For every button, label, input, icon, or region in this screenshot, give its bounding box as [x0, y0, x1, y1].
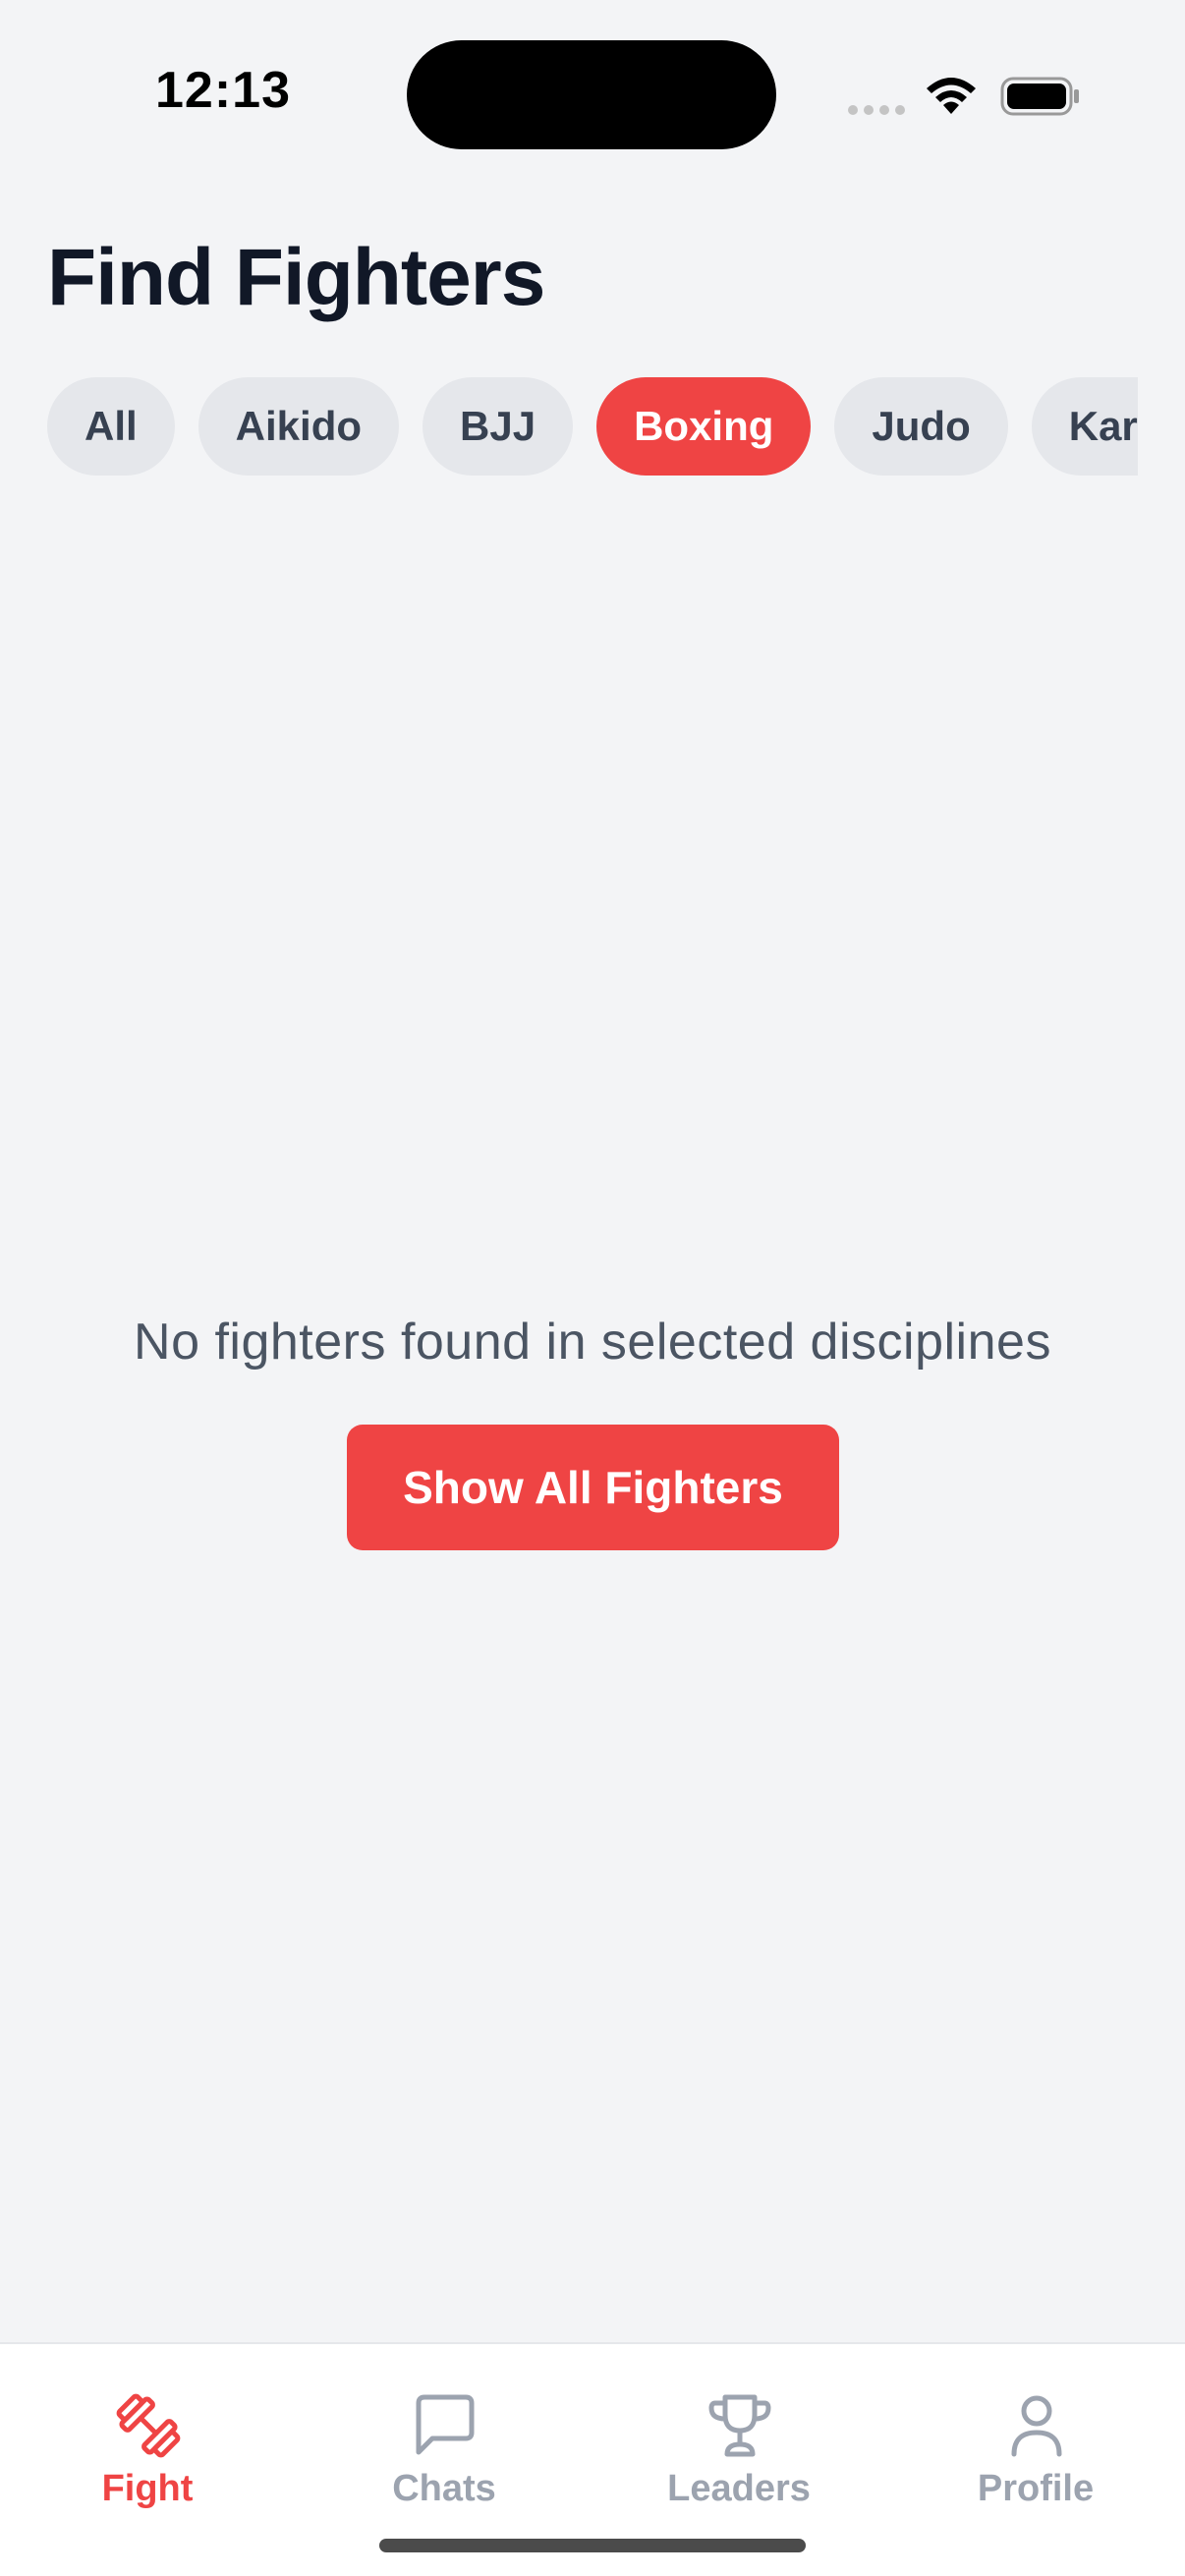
dynamic-island	[407, 40, 776, 149]
filter-chip-aikido[interactable]: Aikido	[198, 377, 400, 476]
tab-fight-label: Fight	[101, 2468, 194, 2509]
tab-leaders[interactable]: Leaders	[592, 2344, 886, 2541]
status-time: 12:13	[155, 62, 291, 119]
tab-profile[interactable]: Profile	[888, 2344, 1183, 2541]
wifi-icon	[927, 78, 976, 114]
home-indicator	[379, 2539, 806, 2552]
status-bar: 12:13	[0, 0, 1185, 187]
page-title: Find Fighters	[47, 233, 545, 322]
dumbbell-icon	[116, 2393, 181, 2458]
tab-profile-label: Profile	[977, 2468, 1095, 2509]
tab-chats-label: Chats	[392, 2468, 496, 2509]
show-all-fighters-button[interactable]: Show All Fighters	[347, 1425, 839, 1550]
tab-chats[interactable]: Chats	[297, 2344, 592, 2541]
user-icon	[1011, 2395, 1062, 2457]
tab-leaders-label: Leaders	[667, 2468, 811, 2509]
filter-chip-karate[interactable]: Karate	[1031, 377, 1138, 476]
filter-chip-bjj[interactable]: BJJ	[423, 377, 574, 476]
tab-fight[interactable]: Fight	[0, 2344, 295, 2541]
battery-icon	[1000, 77, 1079, 116]
empty-state-message: No fighters found in selected discipline…	[134, 1314, 1051, 1371]
discipline-filter-chips: AllAikidoBJJBoxingJudoKarate	[47, 377, 1138, 476]
trophy-icon	[708, 2394, 771, 2457]
chat-bubble-icon	[416, 2394, 475, 2455]
cellular-signal-icon	[848, 105, 905, 115]
filter-chip-all[interactable]: All	[47, 377, 175, 476]
filter-chip-judo[interactable]: Judo	[834, 377, 1008, 476]
filter-chip-boxing[interactable]: Boxing	[596, 377, 812, 476]
